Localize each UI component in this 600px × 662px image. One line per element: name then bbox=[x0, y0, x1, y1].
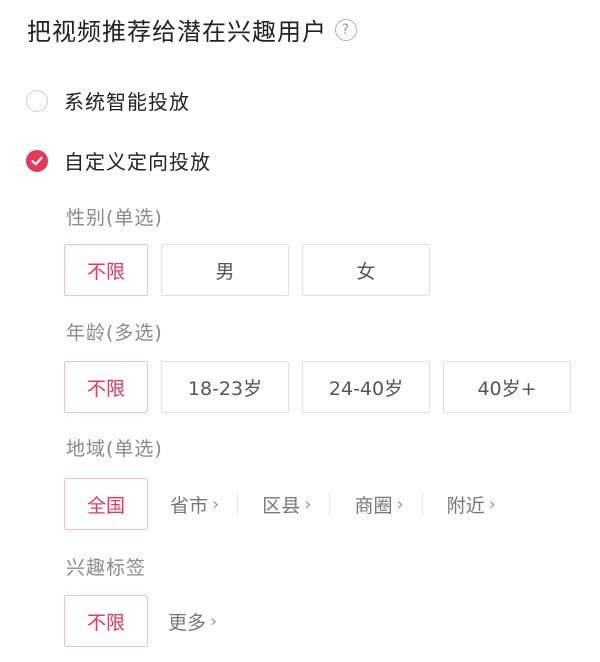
link-province-city[interactable]: 省市 › bbox=[170, 491, 219, 518]
question-circle-icon[interactable]: ? bbox=[335, 18, 357, 41]
radio-checked-icon[interactable] bbox=[26, 149, 48, 172]
chevron-right-icon: › bbox=[396, 493, 404, 515]
gender-chips: 不限 男 女 bbox=[64, 244, 430, 296]
divider bbox=[329, 493, 331, 515]
option-system-smart-label: 系统智能投放 bbox=[64, 90, 190, 114]
chevron-right-icon: › bbox=[304, 493, 312, 515]
page-title-text: 把视频推荐给潜在兴趣用户 bbox=[27, 18, 327, 46]
link-nearby[interactable]: 附近 › bbox=[447, 491, 496, 518]
link-business-district[interactable]: 商圈 › bbox=[354, 491, 403, 518]
chip-age-24-40[interactable]: 24-40岁 bbox=[302, 361, 430, 413]
chip-age-any[interactable]: 不限 bbox=[64, 361, 148, 413]
interest-row: 不限 更多 › bbox=[64, 595, 217, 647]
divider bbox=[421, 493, 423, 515]
option-custom-targeting[interactable]: 自定义定向投放 bbox=[26, 146, 211, 175]
checkmark-icon bbox=[31, 156, 43, 165]
chevron-right-icon: › bbox=[212, 493, 220, 515]
link-province-city-label: 省市 bbox=[170, 494, 209, 517]
chip-age-18-23[interactable]: 18-23岁 bbox=[161, 361, 289, 413]
age-label: 年龄(多选) bbox=[66, 322, 163, 344]
chip-gender-male[interactable]: 男 bbox=[161, 244, 289, 296]
chip-region-nationwide[interactable]: 全国 bbox=[64, 478, 148, 530]
page-title: 把视频推荐给潜在兴趣用户 ? bbox=[27, 12, 357, 47]
age-chips: 不限 18-23岁 24-40岁 40岁+ bbox=[64, 361, 571, 413]
interest-label: 兴趣标签 bbox=[66, 557, 147, 579]
link-district-county-label: 区县 bbox=[262, 494, 301, 517]
link-more-label: 更多 bbox=[168, 611, 207, 634]
divider bbox=[237, 493, 239, 515]
radio-unchecked-icon[interactable] bbox=[26, 89, 48, 112]
link-district-county[interactable]: 区县 › bbox=[262, 491, 311, 518]
chip-interest-any[interactable]: 不限 bbox=[64, 595, 148, 647]
option-custom-targeting-label: 自定义定向投放 bbox=[64, 150, 211, 174]
chip-gender-female[interactable]: 女 bbox=[302, 244, 430, 296]
region-label: 地域(单选) bbox=[66, 438, 163, 460]
chip-age-40-plus[interactable]: 40岁+ bbox=[443, 361, 571, 413]
option-system-smart[interactable]: 系统智能投放 bbox=[26, 86, 190, 115]
chevron-right-icon: › bbox=[488, 493, 496, 515]
link-more-interests[interactable]: 更多 › bbox=[168, 608, 217, 635]
link-nearby-label: 附近 bbox=[446, 494, 485, 517]
gender-label: 性别(单选) bbox=[66, 207, 163, 229]
link-business-district-label: 商圈 bbox=[354, 494, 393, 517]
chevron-right-icon: › bbox=[210, 610, 218, 632]
chip-gender-any[interactable]: 不限 bbox=[64, 244, 148, 296]
region-row: 全国 省市 › 区县 › 商圈 › 附近 › bbox=[64, 478, 496, 530]
